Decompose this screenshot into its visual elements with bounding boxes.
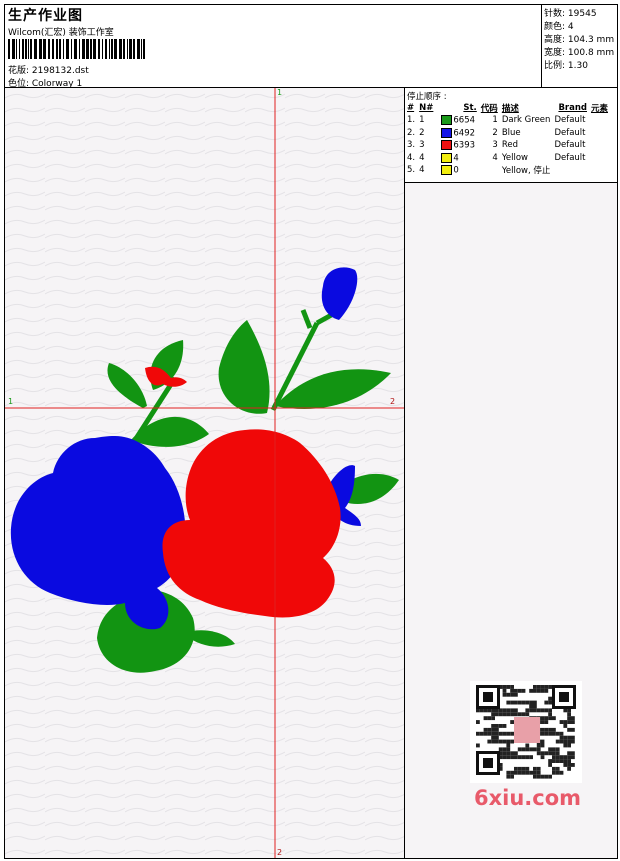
row-index: 3.: [407, 140, 416, 151]
row-code: 6393: [435, 139, 478, 152]
row-element: [589, 127, 610, 140]
color-table-header: # N# St. 代码 描述 Brand 元素: [405, 101, 610, 114]
stat-height: 高度: 104.3 mm: [544, 35, 615, 45]
thread-code: 6492: [453, 128, 476, 138]
thread-code: 6654: [453, 115, 476, 126]
row-needle: 2: [419, 127, 425, 138]
row-desc: Yellow, 停止: [501, 166, 551, 177]
thread-code: 0: [453, 165, 459, 176]
row-element: [589, 152, 610, 165]
row-brand: Default: [554, 140, 586, 151]
color-table-row: 5. 4 0 Yellow, 停止: [405, 164, 610, 177]
row-brand: Default: [554, 152, 586, 163]
row-element: [589, 164, 610, 177]
axis-label-right: 2: [390, 397, 396, 406]
row-stops: 1: [492, 115, 498, 126]
axis-label-top: 1: [277, 88, 283, 97]
row-index: 4.: [407, 152, 416, 163]
row-element: [589, 114, 610, 127]
thread-code: 4: [453, 153, 459, 163]
barcode-icon: [8, 39, 145, 59]
qr-code-icon: [470, 681, 582, 783]
col-brand: Brand: [558, 102, 587, 113]
watermark-text: 6xiu.com: [474, 786, 582, 810]
stats-panel: 针数: 19545 颜色: 4 高度: 104.3 mm 宽度: 100.8 m…: [541, 4, 618, 88]
col-stops: St.: [463, 102, 477, 113]
row-index: 1.: [407, 115, 416, 126]
row-stops: 3: [492, 140, 498, 151]
color-swatch: [441, 165, 453, 175]
color-table: # N# St. 代码 描述 Brand 元素 1. 1 6654 1 Dark Gre…: [405, 101, 610, 177]
color-swatch: [441, 115, 453, 125]
color-swatch: [441, 152, 453, 163]
production-sheet: 生产作业图 Wilcom(汇宏) 装饰工作室 花版: 2198132.dst 色…: [0, 0, 620, 861]
stat-stitches: 针数: 19545: [544, 9, 597, 19]
row-brand: Default: [554, 115, 586, 126]
color-table-row: 3. 3 6393 3 Red Default: [405, 139, 610, 152]
color-table-row: 1. 1 6654 1 Dark Green Default: [405, 114, 610, 127]
stat-width: 宽度: 100.8 mm: [544, 48, 615, 58]
row-desc: Blue: [501, 127, 521, 138]
thread-code: 6393: [453, 140, 476, 151]
row-needle: 1: [419, 115, 425, 126]
col-desc: 描述: [501, 103, 519, 114]
axis-label-bottom: 2: [277, 848, 283, 857]
col-needle: N#: [419, 102, 434, 113]
stat-scale: 比例: 1.30: [544, 61, 588, 71]
row-brand: [552, 164, 589, 177]
color-table-row: 2. 2 6492 2 Blue Default: [405, 127, 610, 140]
row-needle: 4: [419, 152, 425, 163]
row-code: 4: [435, 152, 478, 165]
col-element: 元素: [590, 103, 608, 114]
color-swatch: [441, 140, 453, 150]
col-index: #: [407, 102, 415, 113]
embroidery-design: [5, 88, 404, 858]
studio-subtitle: Wilcom(汇宏) 装饰工作室: [8, 28, 114, 38]
col-code: 代码: [480, 103, 498, 114]
row-index: 5.: [407, 165, 416, 176]
row-desc: Yellow: [501, 152, 528, 163]
row-code: 6654: [435, 114, 478, 127]
row-index: 2.: [407, 127, 416, 138]
row-element: [589, 139, 610, 152]
row-brand: Default: [554, 127, 586, 138]
row-stops: [479, 164, 500, 177]
page-title: 生产作业图: [8, 8, 83, 24]
row-code: 6492: [435, 127, 478, 140]
header-panel: 生产作业图 Wilcom(汇宏) 装饰工作室 花版: 2198132.dst 色…: [4, 4, 542, 89]
row-stops: 2: [492, 127, 498, 138]
axis-label-left: 1: [8, 397, 14, 406]
row-needle: 3: [419, 140, 425, 151]
design-canvas: 1 2 1 2: [4, 87, 405, 859]
stop-sequence-box: 停止顺序 : # N# St. 代码 描述 Brand 元素 1. 1 6654 1 D…: [405, 88, 617, 183]
color-table-row: 4. 4 4 4 Yellow Default: [405, 152, 610, 165]
row-stops: 4: [492, 152, 498, 163]
stat-colors: 颜色: 4: [544, 22, 574, 32]
row-desc: Dark Green: [501, 115, 551, 126]
row-desc: Red: [501, 140, 518, 151]
color-swatch: [441, 127, 453, 138]
design-file-label: 花版: 2198132.dst: [8, 66, 89, 76]
row-code: 0: [435, 164, 478, 177]
row-needle: 4: [419, 165, 425, 176]
